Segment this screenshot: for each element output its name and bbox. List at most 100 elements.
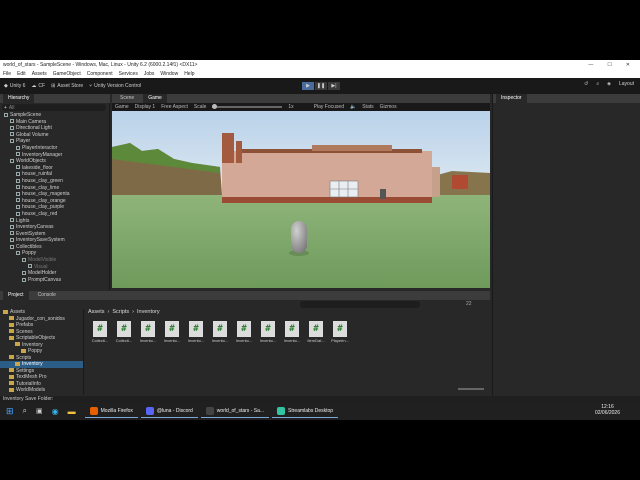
hierarchy-item[interactable]: PlayerInteractor: [0, 145, 110, 152]
step-button[interactable]: ▶|: [328, 82, 340, 90]
hierarchy-item[interactable]: lakeside_floor: [0, 165, 110, 172]
hierarchy-item[interactable]: PromptCanvas: [0, 277, 110, 284]
gizmos-button[interactable]: Gizmos: [380, 104, 397, 110]
menu-help[interactable]: Help: [184, 71, 194, 77]
project-folder[interactable]: WorldModels: [0, 387, 83, 394]
maximize-button[interactable]: ☐: [607, 62, 611, 68]
scale-slider[interactable]: [212, 104, 283, 109]
script-asset[interactable]: # Playerin...: [331, 321, 349, 343]
hierarchy-item[interactable]: house_clay_purple: [0, 204, 110, 211]
hierarchy-search-input[interactable]: All: [9, 105, 15, 111]
task-view-icon[interactable]: ▣: [36, 407, 43, 415]
tab-inspector[interactable]: Inspector: [496, 94, 527, 103]
script-asset[interactable]: # Invento...: [212, 321, 228, 343]
file-explorer-icon[interactable]: ▬: [68, 407, 76, 416]
tab-game[interactable]: Game: [143, 94, 167, 103]
gameobject-icon: [16, 211, 20, 216]
menu-window[interactable]: Window: [160, 71, 178, 77]
script-asset[interactable]: # Collecti...: [92, 321, 108, 343]
mute-audio-icon[interactable]: 🔈: [350, 104, 356, 110]
breadcrumb-inventory[interactable]: Inventory: [137, 309, 160, 315]
display-dropdown[interactable]: Display 1: [135, 104, 156, 110]
hierarchy-search[interactable]: + All: [2, 104, 106, 111]
taskbar-search-icon[interactable]: ⌕: [23, 406, 27, 416]
game-panel: Scene Game Game Display 1 Free Aspect Sc…: [112, 94, 490, 290]
breadcrumb-scripts[interactable]: Scripts: [112, 309, 129, 315]
plus-icon[interactable]: +: [4, 105, 7, 111]
undo-history-icon[interactable]: ↺: [584, 81, 588, 87]
game-mode-dropdown[interactable]: Game: [115, 104, 129, 110]
hierarchy-item[interactable]: house_ruinfal: [0, 171, 110, 178]
hierarchy-item[interactable]: Global Volume: [0, 132, 110, 139]
hierarchy-item[interactable]: house_clay_green: [0, 178, 110, 185]
scale-slider-handle[interactable]: [212, 104, 218, 109]
taskbar-app[interactable]: world_of_stars - Sa...: [200, 404, 270, 418]
hierarchy-item[interactable]: Visual: [0, 264, 110, 271]
taskbar-app[interactable]: Mozilla Firefox: [84, 404, 138, 418]
account-button[interactable]: ◆ Unity 6: [4, 83, 25, 89]
cloud-button[interactable]: ☁ CF: [31, 83, 45, 89]
menu-component[interactable]: Component: [87, 71, 113, 77]
script-asset[interactable]: # Invento...: [236, 321, 252, 343]
game-viewport[interactable]: [112, 111, 490, 288]
tab-scene[interactable]: Scene: [115, 94, 139, 103]
script-asset[interactable]: # Invento...: [260, 321, 276, 343]
version-control-button[interactable]: ⑂ Unity Version Control: [89, 83, 141, 89]
breadcrumb-assets[interactable]: Assets: [88, 309, 105, 315]
hierarchy-item[interactable]: Poppy: [0, 250, 110, 257]
hierarchy-item[interactable]: ModelVisible: [0, 257, 110, 264]
script-asset[interactable]: # ItemDat...: [307, 321, 325, 343]
aspect-dropdown[interactable]: Free Aspect: [161, 104, 188, 110]
taskbar-app[interactable]: Streamlabs Desktop: [272, 404, 339, 418]
minimize-button[interactable]: —: [588, 62, 593, 68]
pause-button[interactable]: ❚❚: [315, 82, 327, 90]
unity-editor-window: world_of_stars - SampleScene - Windows, …: [0, 60, 640, 420]
hierarchy-item[interactable]: WorldObjects: [0, 158, 110, 165]
hierarchy-item[interactable]: SampleScene: [0, 112, 110, 119]
menu-assets[interactable]: Assets: [32, 71, 47, 77]
menu-services[interactable]: Services: [119, 71, 138, 77]
hierarchy-item[interactable]: InventorySaveSystem: [0, 237, 110, 244]
script-asset[interactable]: # Invento...: [188, 321, 204, 343]
system-clock[interactable]: 12:16 02/06/2026: [595, 404, 620, 416]
asset-store-button[interactable]: ⊞ Asset Store: [51, 83, 83, 89]
hierarchy-item[interactable]: house_clay_red: [0, 211, 110, 218]
hierarchy-item[interactable]: ModelHolder: [0, 270, 110, 277]
script-asset[interactable]: # Invento...: [284, 321, 300, 343]
taskbar-app[interactable]: @luna - Discord: [140, 404, 198, 418]
hierarchy-item[interactable]: InventoryManager: [0, 152, 110, 159]
tab-hierarchy[interactable]: Hierarchy: [3, 94, 35, 103]
hierarchy-item[interactable]: Lights: [0, 218, 110, 225]
windows-start-icon[interactable]: ⊞: [6, 406, 14, 417]
script-asset[interactable]: # Invento...: [140, 321, 156, 343]
menu-file[interactable]: File: [3, 71, 11, 77]
project-search-input[interactable]: [300, 301, 420, 308]
edge-icon[interactable]: ◉: [52, 407, 59, 416]
close-button[interactable]: ✕: [626, 62, 630, 68]
hierarchy-item[interactable]: Main Camera: [0, 119, 110, 126]
hierarchy-item[interactable]: Directional Light: [0, 125, 110, 132]
menu-gameobject[interactable]: GameObject: [53, 71, 81, 77]
script-asset[interactable]: # Invento...: [164, 321, 180, 343]
search-icon[interactable]: ⌕: [596, 81, 599, 87]
icon-size-slider[interactable]: [458, 388, 484, 390]
hierarchy-item[interactable]: house_clay_orange: [0, 198, 110, 205]
hierarchy-item[interactable]: house_clay_magenta: [0, 191, 110, 198]
tab-console[interactable]: Console: [33, 291, 61, 300]
play-button[interactable]: ▶: [302, 82, 314, 90]
hierarchy-item[interactable]: Collectibles: [0, 244, 110, 251]
script-asset[interactable]: # Collecti...: [116, 321, 132, 343]
menu-edit[interactable]: Edit: [17, 71, 26, 77]
hierarchy-item[interactable]: house_clay_lime: [0, 185, 110, 192]
layout-dropdown[interactable]: Layout: [619, 81, 634, 87]
hierarchy-item[interactable]: EventSystem: [0, 231, 110, 238]
hierarchy-item[interactable]: Player: [0, 138, 110, 145]
play-mode-dropdown[interactable]: Play Focused: [314, 104, 344, 110]
tab-project[interactable]: Project: [3, 291, 29, 300]
main-toolbar: ◆ Unity 6 ☁ CF ⊞ Asset Store ⑂ Unity Version…: [0, 78, 640, 94]
menu-jobs[interactable]: Jobs: [144, 71, 155, 77]
stats-button[interactable]: Stats: [362, 104, 373, 110]
layers-icon[interactable]: ◈: [607, 81, 611, 87]
hierarchy-item[interactable]: InventoryCanvas: [0, 224, 110, 231]
gameobject-icon: [10, 231, 14, 236]
